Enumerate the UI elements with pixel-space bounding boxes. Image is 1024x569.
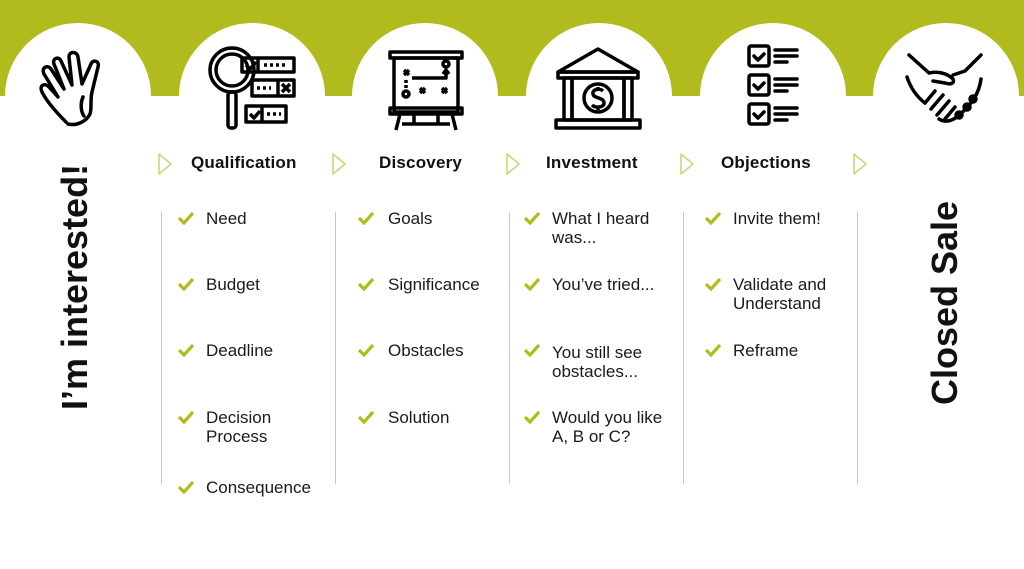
checklist-icon — [725, 42, 825, 132]
list-item: Decision Process — [206, 408, 272, 446]
chevron-right-icon — [506, 153, 520, 175]
check-icon — [357, 343, 375, 357]
stage-title-qualification: Qualification — [191, 153, 297, 172]
bank-dollar-icon — [548, 44, 648, 134]
list-item: Goals — [388, 209, 433, 228]
chevron-right-icon — [853, 153, 867, 175]
list-item: Deadline — [206, 341, 274, 360]
list-item: Would you like A, B or C? — [552, 408, 663, 446]
check-icon — [177, 277, 195, 291]
chevron-right-icon — [158, 153, 172, 175]
end-label: Closed Sale — [924, 200, 965, 405]
check-icon — [357, 211, 375, 225]
check-icon — [357, 410, 375, 424]
stage-title-objections: Objections — [721, 153, 811, 172]
list-item: Reframe — [733, 341, 799, 360]
divider — [335, 212, 336, 484]
divider — [683, 212, 684, 484]
check-icon — [177, 410, 195, 424]
chevron-right-icon — [332, 153, 346, 175]
chevron-right-icon — [680, 153, 694, 175]
start-label: I’m interested! — [54, 163, 95, 410]
check-icon — [523, 277, 541, 291]
list-item: Budget — [206, 275, 260, 294]
list-item: Invite them! — [733, 209, 821, 228]
check-icon — [357, 277, 375, 291]
check-icon — [177, 343, 195, 357]
top-band — [0, 0, 1024, 96]
list-item: Consequence — [206, 478, 311, 497]
handshake-icon — [895, 45, 995, 135]
list-item: You still see obstacles... — [552, 343, 643, 381]
check-icon — [704, 277, 722, 291]
stage-title-investment: Investment — [546, 153, 638, 172]
check-icon — [523, 211, 541, 225]
check-icon — [177, 480, 195, 494]
check-icon — [177, 211, 195, 225]
magnifier-checklist-icon — [202, 42, 302, 132]
list-item: Obstacles — [388, 341, 464, 360]
strategy-board-icon — [376, 44, 476, 134]
check-icon — [704, 211, 722, 225]
waving-hand-icon — [28, 42, 128, 132]
divider — [161, 212, 162, 484]
check-icon — [704, 343, 722, 357]
list-item: What I heard was... — [552, 209, 650, 247]
list-item: Significance — [388, 275, 480, 294]
list-item: Solution — [388, 408, 450, 427]
list-item: Need — [206, 209, 247, 228]
stage-title-discovery: Discovery — [379, 153, 463, 172]
list-item: You’ve tried... — [552, 275, 655, 294]
check-icon — [523, 410, 541, 424]
divider — [509, 212, 510, 484]
check-icon — [523, 343, 541, 357]
list-item: Validate and Understand — [733, 275, 827, 313]
